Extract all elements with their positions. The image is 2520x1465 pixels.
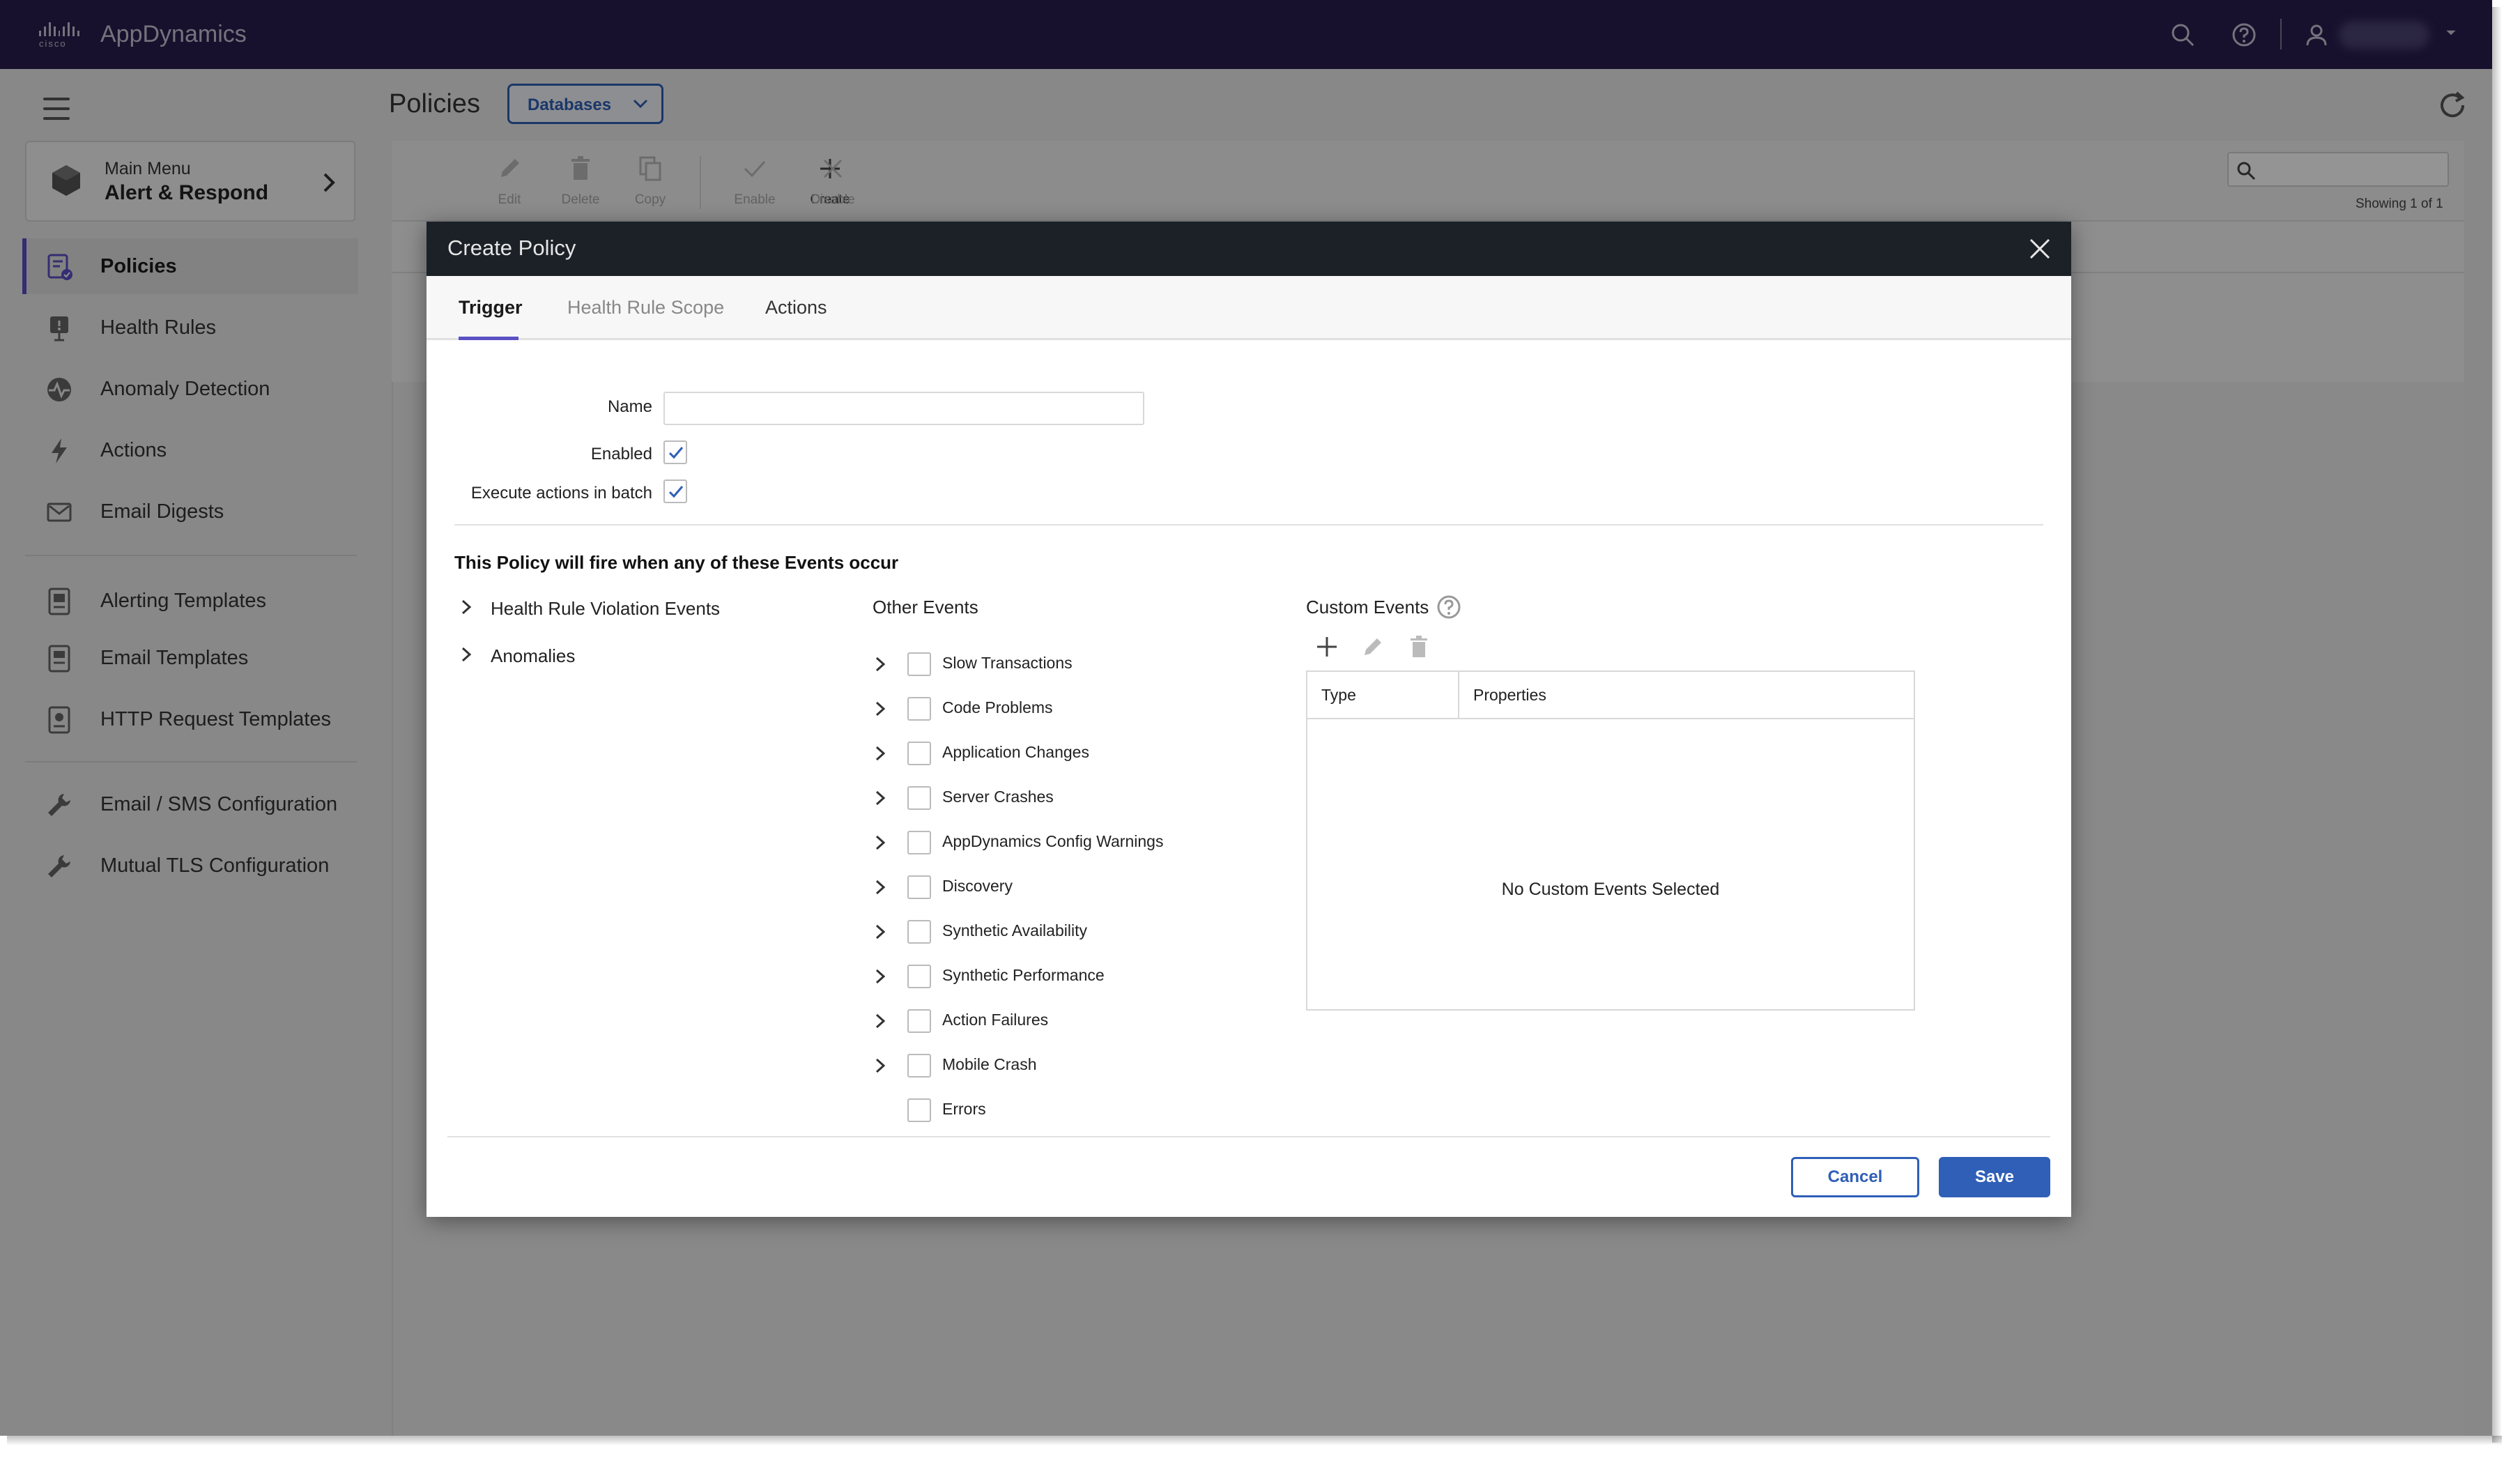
table-header: Type Properties (1307, 672, 1914, 719)
list-item[interactable]: Errors (873, 1089, 1221, 1133)
chevron-right-icon[interactable] (873, 1057, 888, 1075)
column-header-properties[interactable]: Properties (1473, 686, 1546, 705)
list-item[interactable]: Server Crashes (873, 776, 1221, 821)
event-label: Synthetic Performance (942, 966, 1105, 984)
list-item[interactable]: Synthetic Availability (873, 910, 1221, 955)
event-checkbox[interactable] (907, 920, 931, 944)
chevron-right-icon[interactable] (873, 700, 888, 718)
list-item[interactable]: Slow Transactions (873, 643, 1221, 687)
chevron-right-icon[interactable] (873, 789, 888, 807)
checkmark-icon (668, 486, 684, 498)
chevron-right-icon[interactable] (873, 834, 888, 852)
window-shadow (2492, 7, 2502, 1443)
event-checkbox[interactable] (907, 742, 931, 765)
pencil-icon[interactable] (1360, 634, 1385, 659)
event-label: Code Problems (942, 698, 1053, 716)
tree-item-health-rule-violation-events[interactable]: Health Rule Violation Events (491, 598, 720, 620)
event-label: Mobile Crash (942, 1055, 1037, 1073)
tree-item-anomalies[interactable]: Anomalies (491, 645, 575, 667)
trash-icon[interactable] (1406, 634, 1431, 659)
list-item[interactable]: Synthetic Performance (873, 955, 1221, 999)
cancel-button[interactable]: Cancel (1791, 1157, 1919, 1197)
name-label: Name (607, 397, 652, 416)
chevron-right-icon[interactable] (459, 645, 474, 664)
close-icon[interactable] (2027, 236, 2053, 262)
enabled-checkbox[interactable] (663, 440, 687, 464)
custom-events-title: Custom Events (1306, 597, 1429, 618)
event-checkbox[interactable] (907, 652, 931, 676)
tab-trigger[interactable]: Trigger (459, 297, 523, 319)
event-label: Discovery (942, 877, 1013, 895)
chevron-right-icon[interactable] (459, 598, 474, 616)
window-shadow (7, 1436, 2502, 1445)
chevron-right-icon[interactable] (873, 878, 888, 896)
create-policy-modal: Create Policy Trigger Health Rule Scope … (427, 222, 2071, 1217)
event-label: Server Crashes (942, 788, 1054, 806)
event-label: Synthetic Availability (942, 921, 1087, 939)
event-checkbox[interactable] (907, 786, 931, 810)
chevron-right-icon[interactable] (873, 744, 888, 762)
form-divider (454, 524, 2043, 526)
event-label: Application Changes (942, 743, 1089, 761)
custom-events-table: Type Properties No Custom Events Selecte… (1306, 670, 1915, 1011)
footer-divider (447, 1136, 2050, 1137)
event-checkbox[interactable] (907, 831, 931, 854)
event-checkbox[interactable] (907, 1098, 931, 1122)
event-label: Action Failures (942, 1011, 1049, 1029)
list-item[interactable]: Code Problems (873, 687, 1221, 732)
chevron-right-icon[interactable] (873, 967, 888, 985)
event-label: Errors (942, 1100, 986, 1118)
list-item[interactable]: Mobile Crash (873, 1044, 1221, 1089)
enabled-label: Enabled (590, 445, 652, 463)
save-button[interactable]: Save (1939, 1157, 2050, 1197)
chevron-right-icon[interactable] (873, 1012, 888, 1030)
event-label: AppDynamics Config Warnings (942, 832, 1164, 850)
tab-actions[interactable]: Actions (765, 297, 827, 319)
chevron-right-icon[interactable] (873, 655, 888, 673)
list-item[interactable]: Action Failures (873, 999, 1221, 1044)
other-events-title: Other Events (873, 597, 978, 618)
app-window: cisco AppDynamics Main Menu Alert & Resp… (0, 0, 2492, 1436)
event-label: Slow Transactions (942, 654, 1073, 672)
list-item[interactable]: AppDynamics Config Warnings (873, 821, 1221, 866)
checkmark-icon (668, 447, 684, 459)
column-divider (1458, 672, 1459, 719)
chevron-right-icon[interactable] (873, 923, 888, 941)
list-item[interactable]: Discovery (873, 866, 1221, 910)
tab-health-rule-scope[interactable]: Health Rule Scope (567, 297, 724, 319)
empty-state-text: No Custom Events Selected (1501, 880, 1720, 899)
event-checkbox[interactable] (907, 965, 931, 988)
list-item[interactable]: Application Changes (873, 732, 1221, 776)
event-checkbox[interactable] (907, 697, 931, 721)
event-checkbox[interactable] (907, 1054, 931, 1077)
batch-label: Execute actions in batch (470, 484, 652, 503)
modal-tabs: Trigger Health Rule Scope Actions (427, 276, 2071, 340)
active-tab-indicator (459, 337, 518, 340)
batch-checkbox[interactable] (663, 480, 687, 503)
add-custom-event-icon[interactable] (1314, 634, 1339, 659)
modal-header: Create Policy (427, 222, 2071, 276)
events-section-title: This Policy will fire when any of these … (454, 552, 899, 573)
column-header-type[interactable]: Type (1321, 686, 1356, 705)
modal-title: Create Policy (447, 236, 576, 260)
name-input[interactable] (663, 392, 1144, 425)
event-checkbox[interactable] (907, 1009, 931, 1033)
event-checkbox[interactable] (907, 875, 931, 899)
help-icon[interactable] (1436, 594, 1462, 620)
